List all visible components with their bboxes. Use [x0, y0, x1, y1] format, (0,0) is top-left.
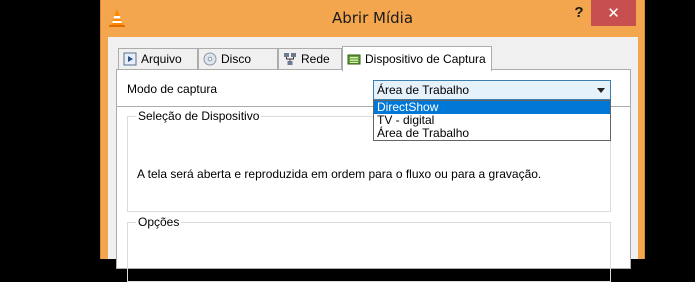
- capture-mode-value: Área de Trabalho: [377, 83, 470, 97]
- options-title: Opções: [136, 215, 182, 229]
- capture-mode-label: Modo de captura: [127, 82, 218, 96]
- chevron-down-icon[interactable]: [597, 88, 605, 93]
- tab-label: Dispositivo de Captura: [365, 52, 486, 66]
- tab-bar: Arquivo Disco Rede Dispositivo de Captur…: [118, 46, 618, 71]
- tab-label: Arquivo: [141, 52, 182, 66]
- tab-disco[interactable]: Disco: [198, 48, 278, 69]
- dialog-client-area: Arquivo Disco Rede Dispositivo de Captur…: [108, 37, 638, 282]
- options-group: Opções: [127, 215, 611, 282]
- device-selection-title: Seleção de Dispositivo: [136, 109, 262, 123]
- tab-label: Rede: [301, 52, 330, 66]
- option-area-de-trabalho[interactable]: Área de Trabalho: [374, 127, 610, 140]
- device-selection-message: A tela será aberta e reproduzida em orde…: [137, 167, 542, 181]
- title-bar[interactable]: Abrir Mídia ? ✕: [101, 0, 644, 37]
- window-title: Abrir Mídia: [331, 9, 414, 27]
- network-icon: [284, 53, 296, 65]
- capture-device-icon: [347, 54, 361, 65]
- disc-icon: [203, 52, 217, 66]
- close-button[interactable]: ✕: [591, 0, 636, 26]
- capture-mode-dropdown: DirectShow TV - digital Área de Trabalho: [373, 100, 611, 141]
- tab-label: Disco: [221, 52, 252, 66]
- capture-mode-select[interactable]: Área de Trabalho: [373, 80, 611, 100]
- tab-rede[interactable]: Rede: [278, 48, 342, 69]
- open-media-dialog: Abrir Mídia ? ✕ Arquivo Disco Rede Dispo…: [100, 0, 645, 282]
- tab-dispositivo-de-captura[interactable]: Dispositivo de Captura: [342, 46, 492, 71]
- help-button[interactable]: ?: [566, 2, 592, 24]
- tab-arquivo[interactable]: Arquivo: [118, 48, 198, 69]
- capture-device-panel: Modo de captura Área de Trabalho DirectS…: [116, 69, 631, 282]
- play-file-icon: [123, 52, 137, 66]
